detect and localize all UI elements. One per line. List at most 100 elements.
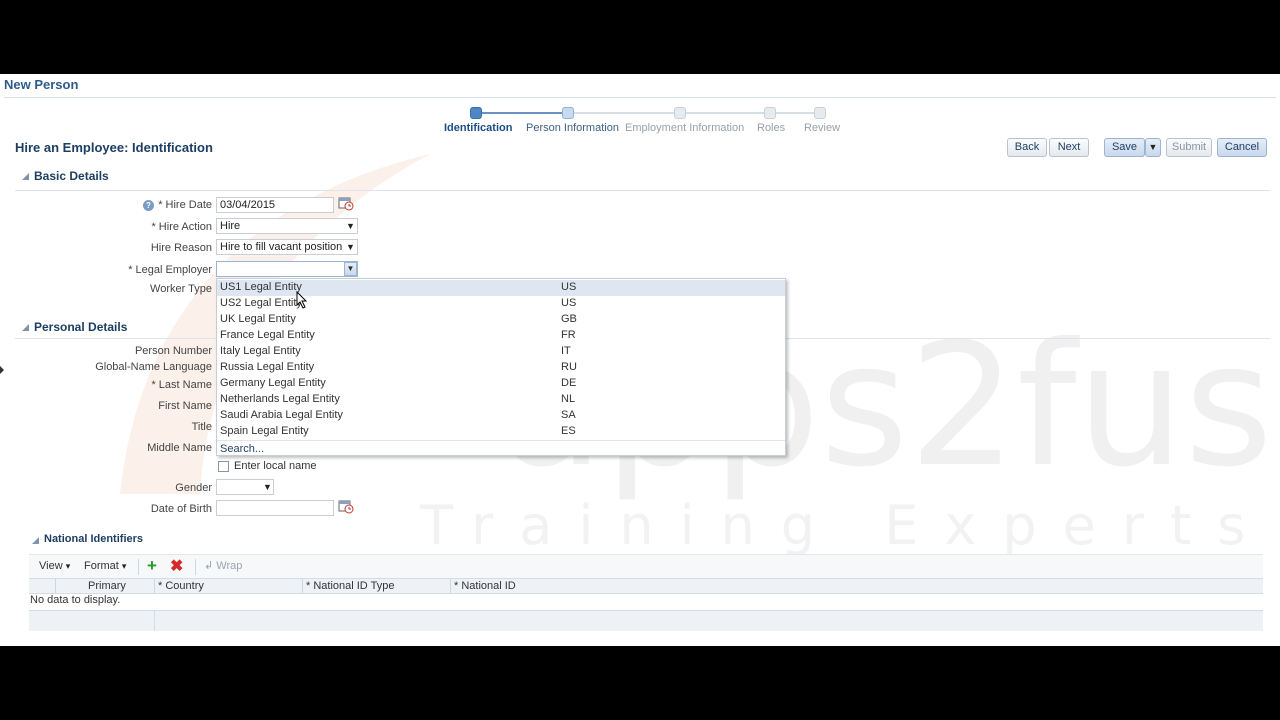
- view-menu[interactable]: View ▾: [39, 560, 70, 572]
- dropdown-arrow-icon[interactable]: ▼: [344, 262, 357, 276]
- format-menu[interactable]: Format ▾: [84, 560, 126, 572]
- hire-reason-select[interactable]: Hire to fill vacant position: [216, 239, 358, 255]
- collapse-triangle-icon[interactable]: [22, 324, 29, 331]
- option-code: US: [561, 281, 577, 293]
- next-button[interactable]: Next: [1049, 138, 1089, 157]
- chevron-down-icon: ▾: [121, 561, 127, 571]
- add-row-icon[interactable]: +: [147, 556, 157, 576]
- option-code: IT: [561, 345, 571, 357]
- train-label-identification[interactable]: Identification: [444, 122, 512, 134]
- cancel-button[interactable]: Cancel: [1217, 138, 1267, 157]
- page-title: New Person: [4, 77, 79, 92]
- hire-date-label: * Hire Date: [158, 199, 212, 211]
- toolbar-divider: [138, 559, 139, 575]
- search-link[interactable]: Search...: [217, 440, 785, 456]
- train-connector: [686, 112, 764, 114]
- column-divider: [302, 579, 303, 593]
- toolbar-divider: [195, 559, 196, 575]
- dropdown-arrow-icon[interactable]: ▼: [346, 242, 355, 252]
- section-divider: [15, 190, 1270, 191]
- list-item[interactable]: Spain Legal Entity ES: [217, 424, 785, 440]
- option-name: US2 Legal Entity: [220, 297, 302, 309]
- splitter-arrow-icon[interactable]: [0, 366, 4, 374]
- list-item[interactable]: Germany Legal Entity DE: [217, 376, 785, 392]
- gender-label: Gender: [175, 482, 212, 494]
- column-header-national-id[interactable]: * National ID: [454, 580, 516, 592]
- date-of-birth-input[interactable]: [216, 500, 334, 516]
- format-menu-label: Format: [84, 560, 119, 572]
- train-stop-roles: [764, 107, 776, 119]
- title-label: Title: [191, 421, 212, 433]
- date-of-birth-label: Date of Birth: [150, 503, 212, 515]
- legal-employer-label: * Legal Employer: [128, 264, 212, 276]
- option-code: RU: [561, 361, 577, 373]
- train-label-roles: Roles: [757, 122, 786, 134]
- calendar-icon[interactable]: [338, 195, 354, 211]
- option-name: US1 Legal Entity: [220, 281, 302, 293]
- train-stop-person-information[interactable]: [562, 107, 574, 119]
- svg-text:Training Experts: Training Experts: [419, 494, 1271, 557]
- train-stop-review: [814, 107, 826, 119]
- save-button[interactable]: Save: [1104, 138, 1145, 157]
- back-button[interactable]: Back: [1007, 138, 1047, 157]
- empty-table-message: No data to display.: [30, 594, 121, 606]
- hire-action-select[interactable]: Hire: [216, 218, 358, 234]
- option-name: Germany Legal Entity: [220, 377, 326, 389]
- train-label-person-information[interactable]: Person Information: [526, 122, 619, 134]
- first-name-label: First Name: [158, 400, 212, 412]
- wrap-label: Wrap: [216, 560, 243, 572]
- train-connector: [482, 112, 564, 114]
- person-number-label: Person Number: [134, 345, 212, 357]
- column-header-country[interactable]: * Country: [158, 580, 204, 592]
- table-header-row: Primary * Country * National ID Type * N…: [29, 578, 1263, 594]
- hire-reason-label: Hire Reason: [150, 242, 212, 254]
- list-item[interactable]: Italy Legal Entity IT: [217, 344, 785, 360]
- calendar-icon[interactable]: [338, 498, 354, 514]
- option-code: US: [561, 297, 577, 309]
- column-header-national-id-type[interactable]: * National ID Type: [306, 580, 394, 592]
- global-name-language-label: Global-Name Language: [95, 361, 212, 373]
- option-name: Spain Legal Entity: [220, 425, 309, 437]
- wrap-button[interactable]: ↲ Wrap: [204, 559, 242, 572]
- hire-reason-value: Hire to fill vacant position: [220, 241, 343, 253]
- column-divider: [154, 611, 155, 631]
- option-code: ES: [561, 425, 576, 437]
- view-menu-label: View: [39, 560, 63, 572]
- train-stop-employment-information: [674, 107, 686, 119]
- legal-employer-select[interactable]: [216, 261, 358, 277]
- collapse-triangle-icon[interactable]: [22, 173, 29, 180]
- dropdown-arrow-icon[interactable]: ▼: [263, 482, 272, 492]
- option-name: France Legal Entity: [220, 329, 315, 341]
- train-label-review: Review: [804, 122, 841, 134]
- list-item[interactable]: Saudi Arabia Legal Entity SA: [217, 408, 785, 424]
- option-name: Netherlands Legal Entity: [220, 393, 340, 405]
- table-footer: [29, 610, 1263, 631]
- last-name-label: * Last Name: [151, 379, 212, 391]
- save-menu-button[interactable]: ▼: [1145, 138, 1161, 157]
- column-divider: [154, 579, 155, 593]
- list-item[interactable]: Netherlands Legal Entity NL: [217, 392, 785, 408]
- hire-action-value: Hire: [220, 220, 241, 232]
- collapse-triangle-icon[interactable]: [32, 537, 39, 544]
- section-title-basic-details: Basic Details: [34, 169, 109, 183]
- dropdown-arrow-icon[interactable]: ▼: [346, 221, 355, 231]
- list-item[interactable]: France Legal Entity FR: [217, 328, 785, 344]
- delete-row-icon[interactable]: ✖: [170, 556, 183, 576]
- list-item[interactable]: UK Legal Entity GB: [217, 312, 785, 328]
- mouse-cursor-icon: [296, 291, 308, 309]
- option-code: SA: [561, 409, 576, 421]
- submit-button[interactable]: Submit: [1166, 138, 1212, 157]
- option-name: Saudi Arabia Legal Entity: [220, 409, 343, 421]
- option-code: FR: [561, 329, 576, 341]
- enter-local-name-checkbox[interactable]: [218, 461, 229, 472]
- option-name: Russia Legal Entity: [220, 361, 315, 373]
- hire-date-input[interactable]: 03/04/2015: [216, 197, 334, 213]
- column-header-primary[interactable]: Primary: [88, 580, 126, 592]
- list-item[interactable]: Russia Legal Entity RU: [217, 360, 785, 376]
- option-code: GB: [561, 313, 577, 325]
- train-stop-identification[interactable]: [470, 107, 482, 119]
- enter-local-name-label: Enter local name: [234, 460, 317, 472]
- section-title-national-identifiers: National Identifiers: [44, 533, 144, 545]
- train-connector: [574, 112, 674, 114]
- option-code: NL: [561, 393, 576, 405]
